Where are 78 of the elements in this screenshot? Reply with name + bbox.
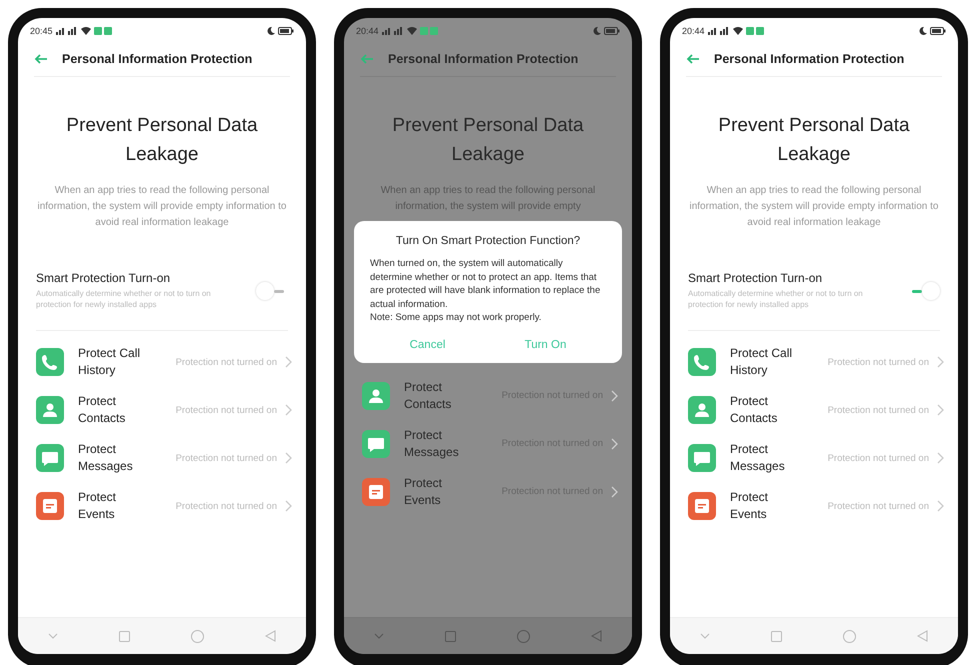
app-badge-icon xyxy=(420,27,440,35)
setting-title: Smart Protection Turn-on xyxy=(688,271,824,285)
dialog-title: Turn On Smart Protection Function? xyxy=(394,235,582,247)
app-badge-icon xyxy=(94,27,114,35)
setting-title: Smart Protection Turn-on xyxy=(36,271,172,285)
row-title[interactable]: Protect Call History xyxy=(730,345,800,379)
page-heading: Prevent Personal Data Leakage xyxy=(391,114,585,167)
chevron-right-icon xyxy=(937,452,944,464)
chevron-right-icon xyxy=(937,356,944,368)
moon-icon xyxy=(593,27,601,35)
header-title: Personal Information Protection xyxy=(388,52,578,66)
chevron-right-icon xyxy=(611,438,618,450)
moon-icon xyxy=(267,27,275,35)
battery-icon xyxy=(278,27,294,35)
row-status: Protection not turned on xyxy=(826,500,929,514)
wifi-icon xyxy=(406,27,417,35)
status-time: 20:45 xyxy=(30,26,53,36)
header-title: Personal Information Protection xyxy=(714,52,904,66)
chevron-right-icon xyxy=(937,404,944,416)
signal-icon xyxy=(382,27,404,35)
battery-icon xyxy=(930,27,946,35)
description-text: When an app tries to read the following personal information, the system will provide empty information to avoid real information leakage xyxy=(688,184,940,230)
app-badge-icon xyxy=(746,27,766,35)
page-heading: Prevent Personal Data Leakage xyxy=(65,114,259,167)
chevron-down-icon[interactable] xyxy=(374,633,384,639)
row-title[interactable]: Protect Contacts xyxy=(78,393,148,427)
row-title[interactable]: Protect Events xyxy=(78,489,148,523)
row-status: Protection not turned on xyxy=(174,356,277,370)
back-arrow-icon[interactable] xyxy=(34,54,48,64)
triangle-icon[interactable] xyxy=(264,630,276,642)
row-status: Protection not turned on xyxy=(174,452,277,466)
wifi-icon xyxy=(732,27,743,35)
row-title[interactable]: Protect Messages xyxy=(78,441,148,475)
circle-icon[interactable] xyxy=(190,630,204,642)
row-title[interactable]: Protect Messages xyxy=(730,441,800,475)
triangle-icon[interactable] xyxy=(916,630,928,642)
page-heading: Prevent Personal Data Leakage xyxy=(717,114,911,167)
square-icon[interactable] xyxy=(119,630,130,642)
circle-icon[interactable] xyxy=(842,630,856,642)
row-status: Protection not turned on xyxy=(826,356,929,370)
status-time: 20:44 xyxy=(682,26,705,36)
dialog-message: When turned on, the system will automatically determine whether or not to protect an app. Items that are protected will have blank information to replace the actual information. xyxy=(370,257,602,311)
row-status: Protection not turned on xyxy=(174,500,277,514)
row-title[interactable]: Protect Contacts xyxy=(404,378,474,412)
row-title[interactable]: Protect Messages xyxy=(404,426,474,460)
row-title[interactable]: Protect Events xyxy=(730,489,800,523)
chevron-right-icon xyxy=(285,404,292,416)
square-icon[interactable] xyxy=(771,630,782,642)
setting-description: Automatically determine whether or not to turn on protection for newly installed apps xyxy=(688,288,864,310)
row-status: Protection not turned on xyxy=(174,404,277,418)
chevron-right-icon xyxy=(285,452,292,464)
row-status: Protection not turned on xyxy=(826,452,929,466)
row-title[interactable]: Protect Call History xyxy=(78,345,148,379)
wifi-icon xyxy=(80,27,91,35)
back-arrow-icon[interactable] xyxy=(360,54,374,64)
status-time: 20:44 xyxy=(356,26,379,36)
square-icon[interactable] xyxy=(445,630,456,642)
chevron-down-icon[interactable] xyxy=(48,633,58,639)
dialog-message: Note: Some apps may not work properly. xyxy=(370,311,542,324)
row-title[interactable]: Protect Events xyxy=(404,474,474,508)
setting-description: Automatically determine whether or not to turn on protection for newly installed apps xyxy=(36,288,212,310)
moon-icon xyxy=(919,27,927,35)
chevron-down-icon[interactable] xyxy=(700,633,710,639)
signal-icon xyxy=(56,27,78,35)
row-title[interactable]: Protect Contacts xyxy=(730,393,800,427)
header-title: Personal Information Protection xyxy=(62,52,252,66)
chevron-right-icon xyxy=(611,390,618,402)
signal-icon xyxy=(708,27,730,35)
chevron-right-icon xyxy=(285,500,292,512)
row-status: Protection not turned on xyxy=(826,404,929,418)
description-text: When an app tries to read the following personal information, the system will provide empty information to avoid real information leakage xyxy=(36,184,288,230)
circle-icon[interactable] xyxy=(516,630,530,642)
back-arrow-icon[interactable] xyxy=(686,54,700,64)
chevron-right-icon xyxy=(285,356,292,368)
triangle-icon[interactable] xyxy=(590,630,602,642)
chevron-right-icon xyxy=(611,486,618,498)
battery-icon xyxy=(604,27,620,35)
chevron-right-icon xyxy=(937,500,944,512)
